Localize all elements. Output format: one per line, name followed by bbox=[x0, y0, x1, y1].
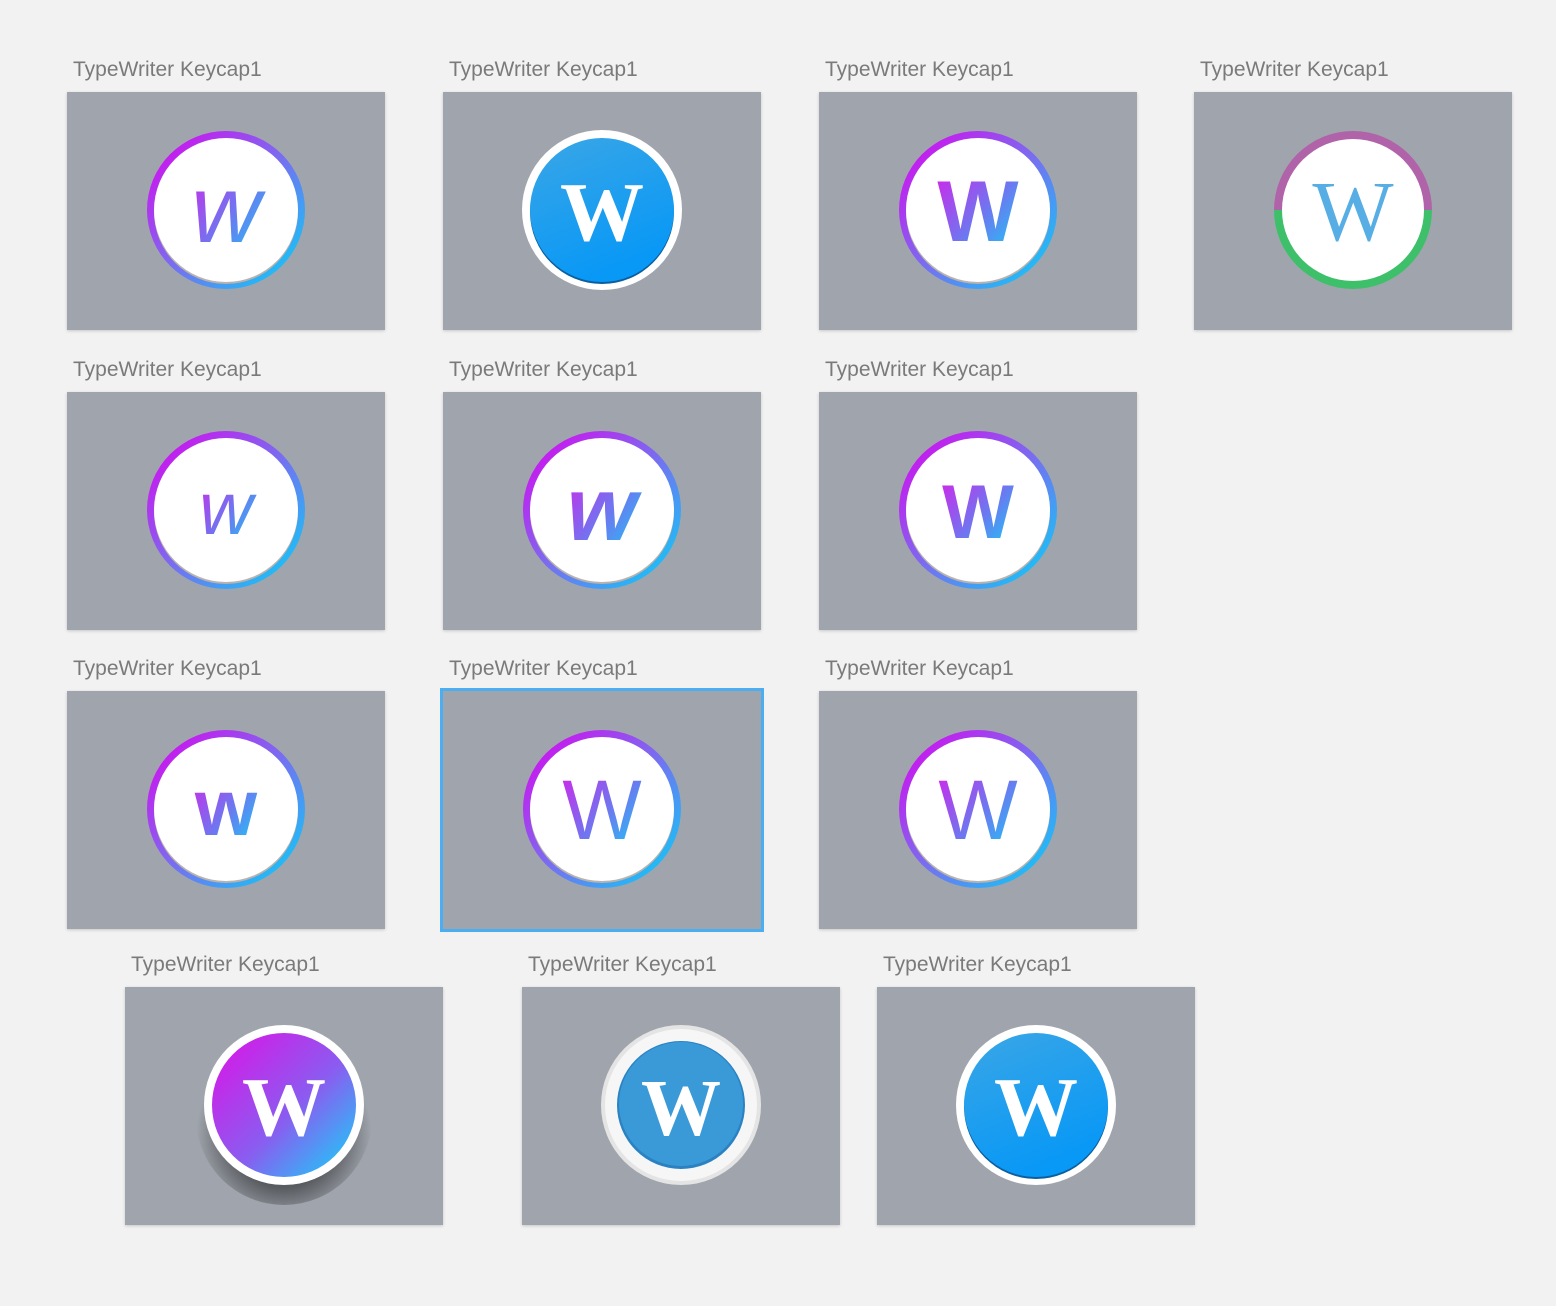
svg-text:w: w bbox=[567, 460, 642, 560]
artboard-frame[interactable]: W bbox=[125, 987, 443, 1225]
keycap-w-icon: W bbox=[1273, 130, 1433, 290]
artboard-frame[interactable]: w bbox=[67, 691, 385, 929]
artboard-label[interactable]: TypeWriter Keycap1 bbox=[449, 657, 638, 681]
svg-text:w: w bbox=[194, 763, 258, 852]
keycap-w-icon-graphic: w bbox=[147, 431, 305, 589]
svg-text:W: W bbox=[560, 166, 644, 259]
keycap-w-icon-graphic: W bbox=[196, 1025, 372, 1205]
keycap-w-icon: w bbox=[146, 729, 306, 889]
svg-text:W: W bbox=[937, 164, 1019, 260]
keycap-w-icon: W bbox=[898, 130, 1058, 290]
artboard-label[interactable]: TypeWriter Keycap1 bbox=[73, 358, 262, 382]
keycap-w-icon-graphic: w bbox=[523, 431, 681, 589]
artboard-label[interactable]: TypeWriter Keycap1 bbox=[825, 657, 1014, 681]
artboard-frame[interactable]: W bbox=[443, 92, 761, 330]
artboard-label[interactable]: TypeWriter Keycap1 bbox=[883, 953, 1072, 977]
artboard-frame[interactable]: W bbox=[522, 987, 840, 1225]
artboard-frame[interactable]: W bbox=[819, 392, 1137, 630]
keycap-w-icon-graphic: w bbox=[147, 131, 305, 289]
svg-text:W: W bbox=[938, 763, 1017, 857]
keycap-w-icon: w bbox=[146, 130, 306, 290]
keycap-w-icon-graphic: W bbox=[1274, 131, 1432, 289]
artboard-label[interactable]: TypeWriter Keycap1 bbox=[1200, 58, 1389, 82]
keycap-w-icon: w bbox=[146, 430, 306, 590]
keycap-w-icon-graphic: W bbox=[956, 1025, 1116, 1185]
keycap-w-icon: W bbox=[196, 1025, 372, 1205]
keycap-w-icon: w bbox=[522, 430, 682, 590]
keycap-w-icon-graphic: W bbox=[523, 730, 681, 888]
keycap-w-icon-graphic: W bbox=[522, 130, 682, 290]
keycap-w-icon: W bbox=[898, 430, 1058, 590]
svg-text:w: w bbox=[199, 467, 257, 550]
keycap-w-icon: W bbox=[522, 729, 682, 889]
artboard-frame[interactable]: w bbox=[67, 92, 385, 330]
artboard-label[interactable]: TypeWriter Keycap1 bbox=[449, 58, 638, 82]
artboard-label[interactable]: TypeWriter Keycap1 bbox=[825, 58, 1014, 82]
keycap-w-icon-graphic: W bbox=[899, 431, 1057, 589]
artboard-label[interactable]: TypeWriter Keycap1 bbox=[73, 58, 262, 82]
artboard-label[interactable]: TypeWriter Keycap1 bbox=[528, 953, 717, 977]
keycap-w-icon-graphic: W bbox=[601, 1025, 761, 1185]
keycap-w-icon: W bbox=[898, 729, 1058, 889]
svg-text:W: W bbox=[994, 1061, 1078, 1154]
keycap-w-icon-graphic: W bbox=[899, 730, 1057, 888]
keycap-w-icon-graphic: w bbox=[147, 730, 305, 888]
svg-text:w: w bbox=[191, 156, 266, 263]
keycap-w-icon: W bbox=[956, 1025, 1116, 1185]
svg-text:W: W bbox=[641, 1065, 721, 1153]
artboard-frame[interactable]: W bbox=[1194, 92, 1512, 330]
keycap-w-icon-graphic: W bbox=[899, 131, 1057, 289]
svg-text:W: W bbox=[1312, 163, 1393, 259]
artboard-frame[interactable]: w bbox=[67, 392, 385, 630]
artboard-frame[interactable]: w bbox=[443, 392, 761, 630]
keycap-w-icon: W bbox=[601, 1025, 761, 1185]
artboard-label[interactable]: TypeWriter Keycap1 bbox=[73, 657, 262, 681]
svg-text:W: W bbox=[942, 470, 1014, 555]
artboard-frame[interactable]: W bbox=[819, 92, 1137, 330]
artboard-label[interactable]: TypeWriter Keycap1 bbox=[449, 358, 638, 382]
svg-text:W: W bbox=[242, 1061, 326, 1154]
artboard-label[interactable]: TypeWriter Keycap1 bbox=[131, 953, 320, 977]
artboard-label[interactable]: TypeWriter Keycap1 bbox=[825, 358, 1014, 382]
keycap-w-icon: W bbox=[522, 130, 682, 290]
artboard-frame[interactable]: W bbox=[877, 987, 1195, 1225]
artboard-frame[interactable]: W bbox=[440, 688, 764, 932]
svg-text:W: W bbox=[562, 763, 641, 857]
artboard-frame[interactable]: W bbox=[819, 691, 1137, 929]
